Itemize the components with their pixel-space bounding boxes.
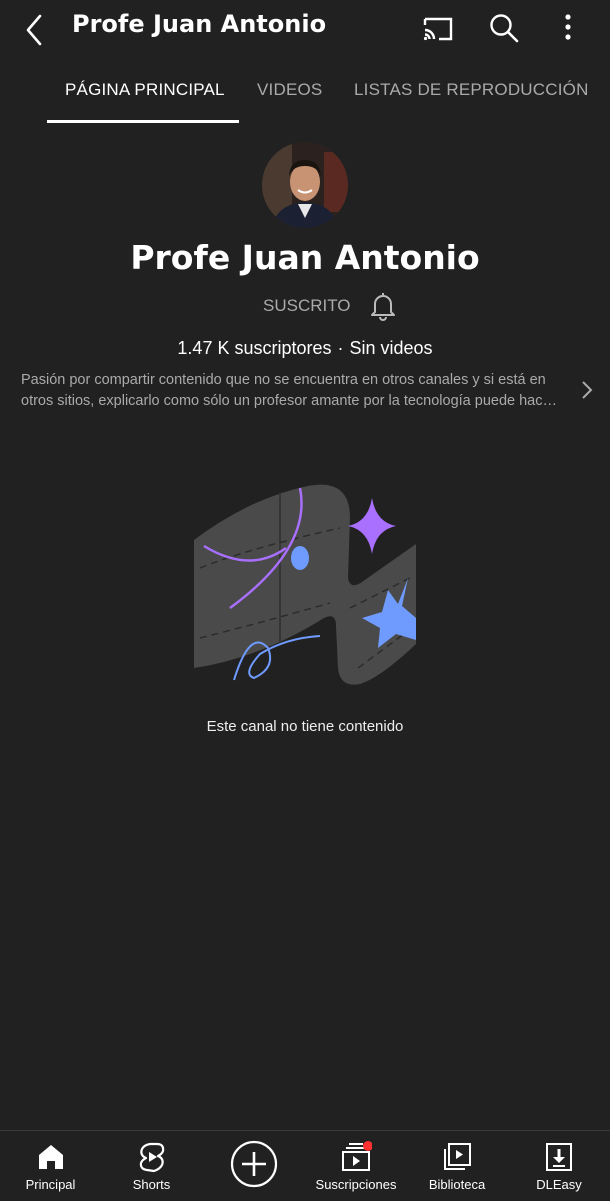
cast-icon[interactable]	[420, 10, 456, 46]
channel-stats: 1.47 K suscriptores · Sin videos	[0, 338, 610, 359]
nav-label: Suscripciones	[315, 1177, 397, 1192]
channel-name: Profe Juan Antonio	[130, 238, 480, 277]
notification-bell-icon[interactable]	[368, 290, 398, 322]
empty-channel-illustration	[194, 484, 416, 685]
channel-tabs: PÁGINA PRINCIPAL VIDEOS LISTAS DE REPROD…	[0, 62, 610, 124]
active-tab-indicator	[47, 120, 239, 123]
library-icon	[444, 1143, 471, 1170]
tab-home[interactable]: PÁGINA PRINCIPAL	[65, 80, 225, 100]
channel-description[interactable]: Pasión por compartir contenido que no se…	[21, 370, 566, 412]
top-app-bar: Profe Juan Antonio	[0, 0, 610, 56]
tab-playlists[interactable]: LISTAS DE REPRODUCCIÓN	[354, 80, 589, 100]
nav-item-subscriptions[interactable]: Suscripciones	[306, 1131, 406, 1201]
notification-badge	[363, 1141, 372, 1151]
subscription-row: SUSCRITO	[0, 290, 610, 322]
download-icon	[546, 1143, 572, 1171]
back-icon[interactable]	[18, 8, 54, 48]
nav-label: DLEasy	[536, 1177, 582, 1192]
bottom-navigation: Principal Shorts Suscripciones Bibliotec…	[0, 1130, 610, 1201]
nav-label: Biblioteca	[428, 1177, 486, 1192]
nav-item-create[interactable]	[202, 1131, 306, 1201]
create-icon	[230, 1140, 278, 1188]
nav-item-library[interactable]: Biblioteca	[406, 1131, 508, 1201]
empty-state-text: Este canal no tiene contenido	[206, 718, 404, 735]
header-title: Profe Juan Antonio	[72, 10, 327, 38]
tab-videos[interactable]: VIDEOS	[257, 80, 322, 100]
more-vert-icon[interactable]	[550, 10, 586, 46]
subscriber-count: 1.47 K suscriptores	[177, 338, 332, 358]
chevron-right-icon[interactable]	[578, 378, 596, 402]
shorts-icon	[139, 1142, 164, 1173]
description-line: otros sitios, explicarlo como sólo un pr…	[21, 393, 557, 409]
avatar-photo	[262, 142, 348, 228]
video-count: Sin videos	[349, 338, 433, 358]
nav-item-home[interactable]: Principal	[0, 1131, 101, 1201]
nav-label: Shorts	[132, 1177, 171, 1192]
subscriptions-icon	[342, 1141, 372, 1171]
channel-avatar[interactable]	[262, 142, 348, 228]
nav-label: Principal	[25, 1177, 76, 1192]
stats-separator: ·	[337, 338, 344, 358]
subscribed-button[interactable]: SUSCRITO	[263, 296, 351, 316]
nav-item-dleasy[interactable]: DLEasy	[508, 1131, 610, 1201]
search-icon[interactable]	[486, 10, 522, 46]
nav-item-shorts[interactable]: Shorts	[101, 1131, 202, 1201]
home-icon	[38, 1145, 63, 1169]
description-line: Pasión por compartir contenido que no se…	[21, 372, 546, 388]
